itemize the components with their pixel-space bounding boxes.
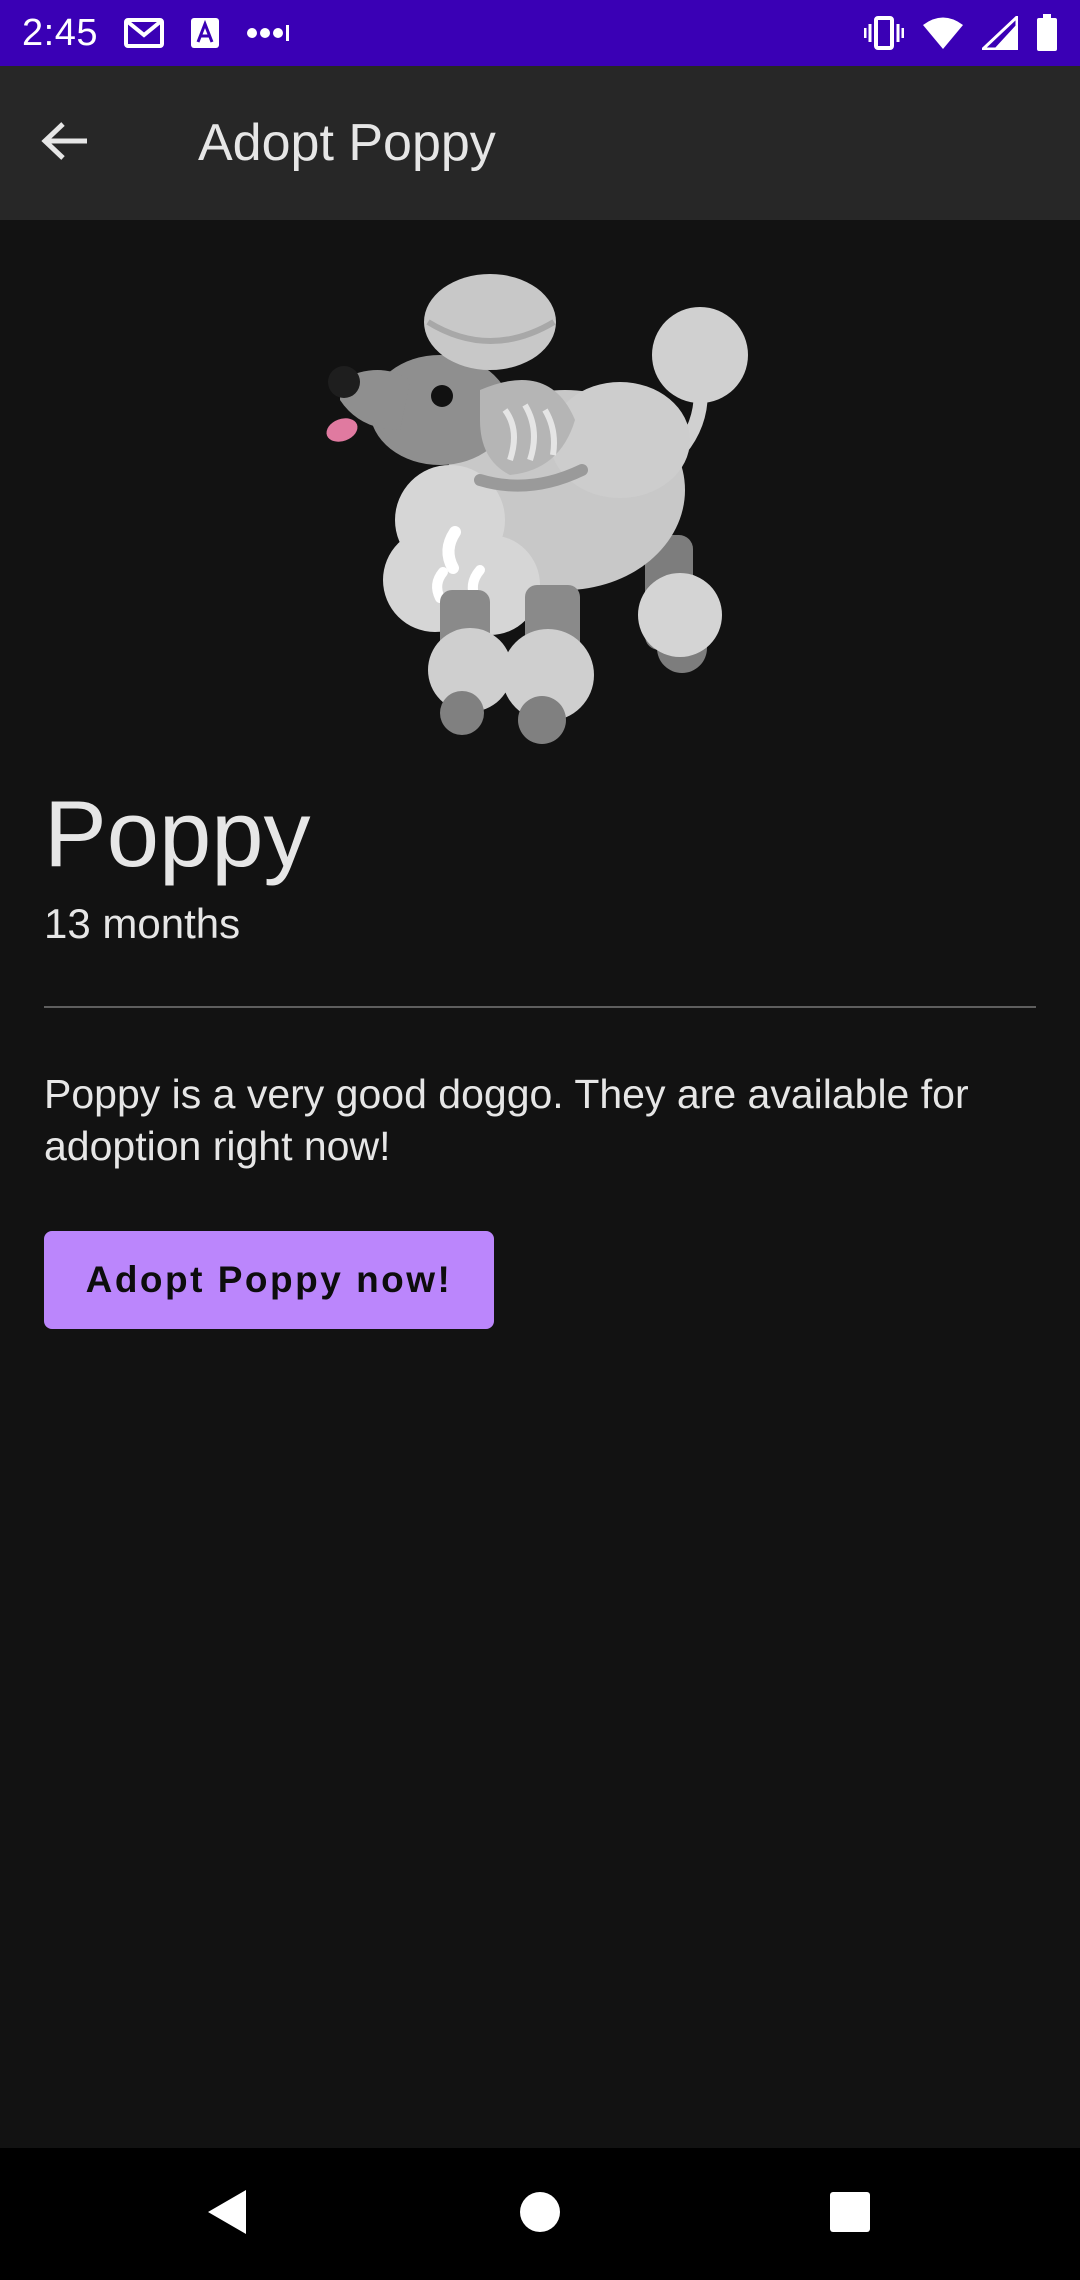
poodle-illustration xyxy=(320,270,760,760)
arrow-back-icon xyxy=(41,120,89,167)
recents-square-icon xyxy=(829,2191,871,2238)
status-bar: 2:45 xyxy=(0,0,1080,66)
adopt-button[interactable]: Adopt Poppy now! xyxy=(44,1231,494,1329)
text-a-icon xyxy=(190,17,220,49)
status-time: 2:45 xyxy=(22,12,98,54)
page-title: Adopt Poppy xyxy=(198,114,496,172)
pet-name: Poppy xyxy=(44,781,311,886)
divider xyxy=(44,1006,1036,1008)
nav-recents-button[interactable] xyxy=(810,2174,890,2254)
nav-home-button[interactable] xyxy=(500,2174,580,2254)
gmail-icon xyxy=(124,17,164,49)
status-notification-icons xyxy=(124,14,290,52)
vibrate-icon xyxy=(864,16,904,50)
wifi-icon xyxy=(922,16,964,50)
home-circle-icon xyxy=(519,2191,561,2238)
system-navigation-bar xyxy=(0,2148,1080,2280)
nav-back-button[interactable] xyxy=(186,2174,266,2254)
back-button[interactable] xyxy=(28,106,102,180)
battery-icon xyxy=(1036,14,1058,52)
back-triangle-icon xyxy=(204,2188,248,2241)
top-app-bar: Adopt Poppy xyxy=(0,66,1080,220)
signal-icon xyxy=(982,16,1018,50)
pet-age: 13 months xyxy=(44,900,241,947)
status-system-icons xyxy=(864,12,1058,54)
more-dots-icon xyxy=(246,23,290,43)
pet-description: Poppy is a very good doggo. They are ava… xyxy=(44,1071,969,1169)
